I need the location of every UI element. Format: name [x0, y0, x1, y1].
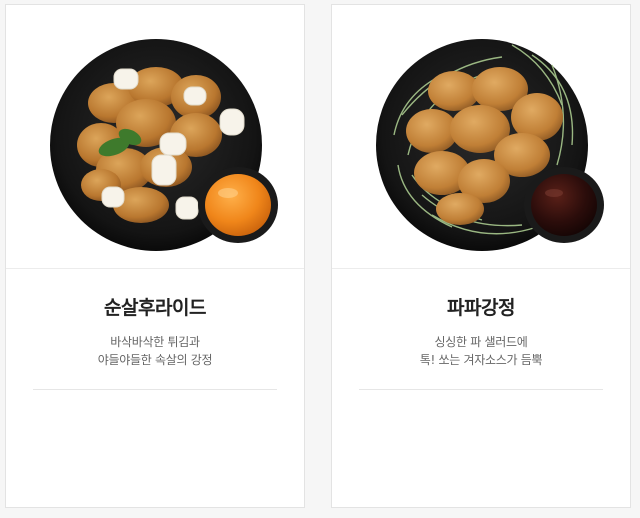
- menu-card-sunsal-fried[interactable]: 순살후라이드 바삭바삭한 튀김과 야들야들한 속살의 강정: [5, 4, 305, 508]
- menu-card-papa-gangjeong[interactable]: 파파강정 싱싱한 파 샐러드에 톡! 쏘는 겨자소스가 듬뿍: [331, 4, 631, 508]
- menu-description-line-2: 톡! 쏘는 겨자소스가 듬뿍: [419, 353, 543, 367]
- menu-page: 순살후라이드 바삭바삭한 튀김과 야들야들한 속살의 강정 파파강정 싱싱한 파…: [0, 0, 640, 518]
- menu-description-line-1: 싱싱한 파 샐러드에: [434, 335, 528, 349]
- menu-description: 바삭바삭한 튀김과 야들야들한 속살의 강정: [6, 333, 304, 369]
- card-divider: [359, 389, 603, 390]
- fried-chicken-plate-photo: [50, 39, 278, 251]
- menu-description-line-1: 바삭바삭한 튀김과: [110, 335, 200, 349]
- menu-image-papa-gangjeong[interactable]: [332, 5, 630, 269]
- menu-image-sunsal-fried[interactable]: [6, 5, 304, 269]
- menu-name[interactable]: 순살후라이드: [6, 293, 304, 320]
- gangjeong-plate-photo: [376, 39, 604, 251]
- menu-name[interactable]: 파파강정: [332, 293, 630, 320]
- card-divider: [33, 389, 277, 390]
- menu-description-line-2: 야들야들한 속살의 강정: [97, 353, 213, 367]
- menu-description: 싱싱한 파 샐러드에 톡! 쏘는 겨자소스가 듬뿍: [332, 333, 630, 369]
